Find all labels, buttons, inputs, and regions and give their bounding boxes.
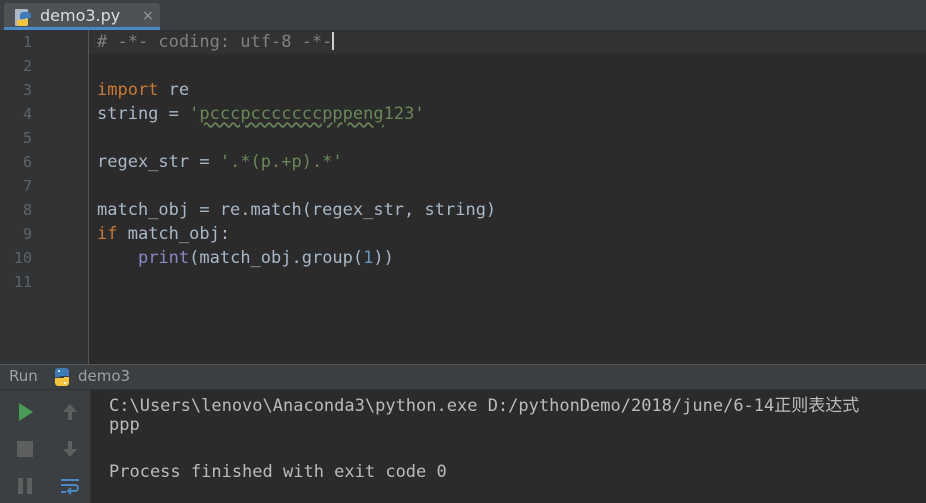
stop-icon[interactable] <box>13 437 37 461</box>
code-token: match_obj: <box>117 224 231 244</box>
code-line-3: import re <box>97 78 189 102</box>
code-line-9: if match_obj: <box>97 222 230 246</box>
soft-wrap-icon[interactable] <box>58 474 82 498</box>
run-panel-title: Run <box>9 367 38 385</box>
code-token: regex_str = <box>97 152 220 172</box>
text-caret <box>332 32 335 50</box>
console-line: ppp <box>109 415 140 435</box>
arrow-down-icon[interactable] <box>58 437 82 461</box>
comment-token: # -*- coding: utf-8 -*- <box>97 32 333 52</box>
line-number: 3 <box>22 81 32 99</box>
pause-icon[interactable] <box>13 474 37 498</box>
run-toolbar <box>0 390 91 503</box>
code-token: re <box>158 80 190 100</box>
code-line-8: match_obj = re.match(regex_str, string) <box>97 198 496 222</box>
run-console-output[interactable]: C:\Users\lenovo\Anaconda3\python.exe D:/… <box>91 390 926 503</box>
console-line: Process finished with exit code 0 <box>109 462 447 482</box>
python-file-icon <box>14 8 34 32</box>
line-number-gutter: 1 2 3 4 5 6 7 8 9 10 11 <box>0 30 89 335</box>
code-line-6: regex_str = '.*(p.+p).*' <box>97 150 343 174</box>
gutter-filler <box>0 335 89 364</box>
tab-demo3-py[interactable]: demo3.py × <box>4 3 160 30</box>
line-number: 2 <box>22 57 32 75</box>
builtin-token: print <box>137 248 190 268</box>
code-line-1: # -*- coding: utf-8 -*- <box>97 30 335 54</box>
keyword-token: import <box>97 80 159 100</box>
console-line: C:\Users\lenovo\Anaconda3\python.exe D:/… <box>109 396 860 416</box>
keyword-token: if <box>97 224 118 244</box>
code-token: )) <box>373 248 394 268</box>
code-token: (match_obj.group( <box>189 248 364 268</box>
arrow-up-icon[interactable] <box>58 400 82 424</box>
line-number: 7 <box>22 177 32 195</box>
close-tab-icon[interactable]: × <box>142 8 154 24</box>
code-editor[interactable]: 1 2 3 4 5 6 7 8 9 10 11 # -*- coding: ut… <box>0 30 926 364</box>
string-token: ' <box>189 104 200 124</box>
line-number: 8 <box>22 201 32 219</box>
indent-token <box>97 248 138 268</box>
string-token: '.*(p.+p).*' <box>219 152 343 172</box>
run-config-tab[interactable]: demo3 <box>78 367 130 385</box>
line-number: 6 <box>22 153 32 171</box>
rerun-icon[interactable] <box>13 400 37 424</box>
code-token: match_obj = re.match(regex_str, string) <box>97 200 497 220</box>
string-token: 123 <box>383 104 415 124</box>
python-config-icon <box>52 367 72 391</box>
line-number: 1 <box>22 33 32 51</box>
code-line-10: print(match_obj.group(1)) <box>97 246 394 270</box>
run-tool-window-header: Run demo3 <box>0 365 926 390</box>
code-token: string = <box>97 104 190 124</box>
string-token: ' <box>414 104 425 124</box>
spelling-squiggle-token: pcccpcccccccpppeng <box>199 104 384 124</box>
line-number: 5 <box>22 129 32 147</box>
editor-tab-bar: demo3.py × <box>0 0 926 31</box>
line-number: 11 <box>13 273 32 291</box>
number-token: 1 <box>363 248 374 268</box>
line-number: 4 <box>22 105 32 123</box>
code-line-4: string = 'pcccpcccccccpppeng123' <box>97 102 425 126</box>
tab-filename: demo3.py <box>40 6 121 25</box>
line-number: 10 <box>13 249 32 267</box>
line-number: 9 <box>22 225 32 243</box>
